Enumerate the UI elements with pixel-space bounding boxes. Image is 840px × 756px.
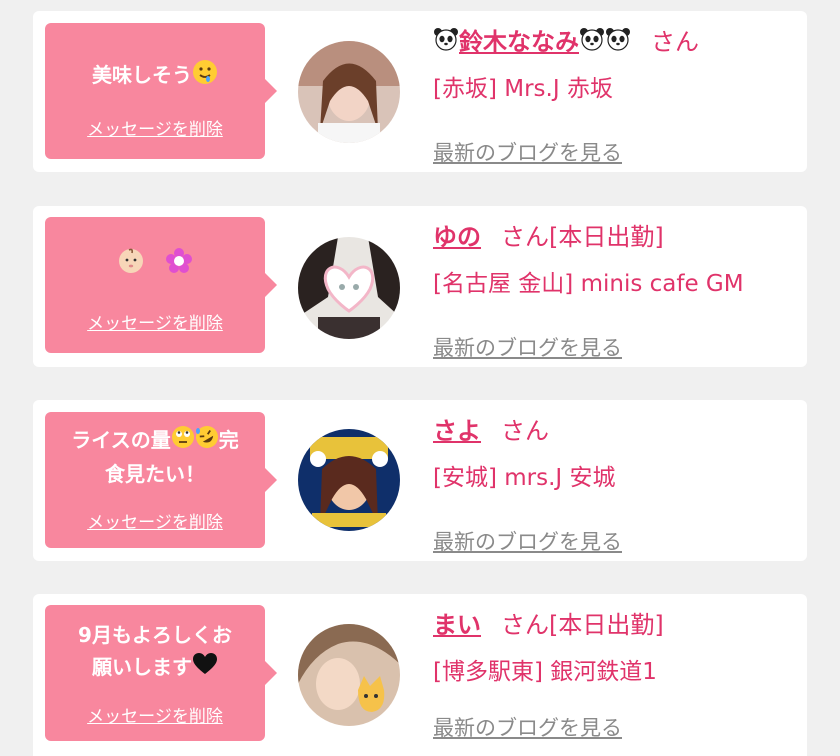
status-text: [本日出勤] — [549, 611, 664, 639]
sender-info: 鈴木ななみ さん [赤坂] Mrs.J 赤坂 最新のブログを見る — [433, 25, 797, 165]
drooling-face-icon — [192, 59, 218, 94]
message-bubble: 9月もよろしくお願いします メッセージを削除 — [45, 605, 277, 741]
flower-icon — [165, 247, 193, 284]
message-text: 9月もよろしくお願いします — [53, 619, 257, 685]
honorific: さん — [501, 223, 549, 251]
latest-blog-link[interactable]: 最新のブログを見る — [433, 137, 622, 167]
message-bubble: ライスの量 完食見たい！ メッセージを削除 — [45, 412, 277, 548]
shop-name: [安城] mrs.J 安城 — [433, 465, 616, 491]
delete-message-button[interactable]: メッセージを削除 — [45, 115, 265, 140]
delete-message-button[interactable]: メッセージを削除 — [45, 508, 265, 533]
avatar[interactable] — [298, 429, 400, 531]
panda-face-icon — [433, 26, 459, 60]
message-text — [53, 247, 257, 284]
sender-name-link[interactable]: 鈴木ななみ — [459, 28, 579, 56]
panda-face-icon — [605, 26, 631, 60]
status-text: [本日出勤] — [549, 223, 664, 251]
latest-blog-link[interactable]: 最新のブログを見る — [433, 526, 622, 556]
panda-face-icon — [579, 26, 605, 60]
message-text-line: 願いします — [92, 655, 192, 679]
message-text-line: 食見たい！ — [105, 462, 205, 486]
message-text: ライスの量 完食見たい！ — [53, 424, 257, 490]
message-text-line: 美味しそう — [92, 63, 192, 87]
baby-face-icon — [117, 247, 145, 284]
sender-name-line: まい さん[本日出勤] — [433, 608, 797, 642]
honorific: さん — [501, 417, 549, 445]
latest-blog-link[interactable]: 最新のブログを見る — [433, 332, 622, 362]
black-heart-icon — [192, 652, 218, 685]
sender-name-line: さよ さん — [433, 414, 797, 448]
message-text: 美味しそう — [53, 59, 257, 94]
sender-info: さよ さん [安城] mrs.J 安城 最新のブログを見る — [433, 414, 797, 554]
message-list-screen: 美味しそう メッセージを削除 鈴木ななみ さん [赤坂] Mrs.J 赤坂 最新の… — [0, 0, 840, 756]
rolling-eyes-face-icon — [171, 425, 195, 458]
sender-info: まい さん[本日出勤] [博多駅東] 銀河鉄道1 最新のブログを見る — [433, 608, 797, 740]
shop-name: [博多駅東] 銀河鉄道1 — [433, 659, 657, 685]
avatar[interactable] — [298, 41, 400, 143]
message-bubble: メッセージを削除 — [45, 217, 277, 353]
honorific: さん — [501, 611, 549, 639]
latest-blog-link[interactable]: 最新のブログを見る — [433, 712, 622, 742]
delete-message-button[interactable]: メッセージを削除 — [45, 702, 265, 727]
rofl-face-icon — [195, 425, 219, 458]
sender-info: ゆの さん[本日出勤] [名古屋 金山] minis cafe GM 最新のブログ… — [433, 220, 797, 360]
message-bubble: 美味しそう メッセージを削除 — [45, 23, 277, 159]
honorific: さん — [651, 28, 699, 56]
sender-name-link[interactable]: さよ — [433, 417, 481, 445]
sender-name-line: 鈴木ななみ さん — [433, 25, 797, 59]
sender-name-link[interactable]: ゆの — [433, 223, 481, 251]
message-text-line: 9月もよろしくお — [78, 623, 232, 647]
sender-name-link[interactable]: まい — [433, 611, 481, 639]
message-text-line: 完 — [218, 428, 239, 452]
avatar[interactable] — [298, 624, 400, 726]
message-card: 美味しそう メッセージを削除 鈴木ななみ さん [赤坂] Mrs.J 赤坂 最新の… — [33, 11, 807, 172]
message-card: ライスの量 完食見たい！ メッセージを削除 さよ さん [安城] mrs.J 安城 … — [33, 400, 807, 561]
sender-name-line: ゆの さん[本日出勤] — [433, 220, 797, 254]
avatar[interactable] — [298, 237, 400, 339]
message-text-line: ライスの量 — [71, 428, 171, 452]
shop-name: [赤坂] Mrs.J 赤坂 — [433, 76, 613, 102]
message-card: メッセージを削除 ゆの さん[本日出勤] [名古屋 金山] minis cafe … — [33, 206, 807, 367]
message-card: 9月もよろしくお願いします メッセージを削除 まい さん[本日出勤] [博多駅東]… — [33, 594, 807, 756]
shop-name: [名古屋 金山] minis cafe GM — [433, 271, 744, 297]
delete-message-button[interactable]: メッセージを削除 — [45, 309, 265, 334]
